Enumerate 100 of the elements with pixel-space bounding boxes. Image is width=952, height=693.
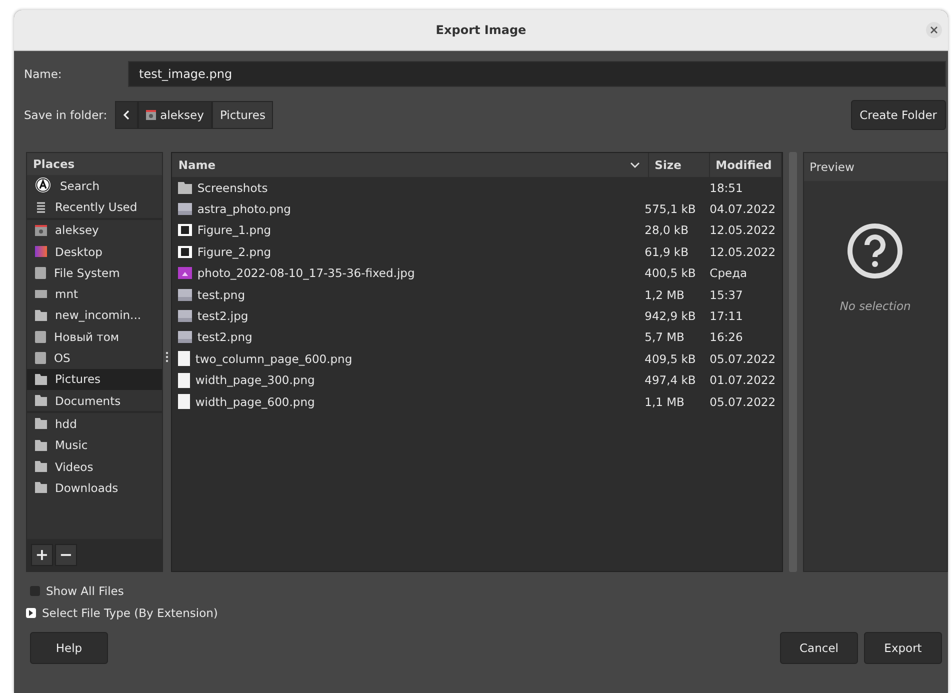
places-item[interactable]: Videos: [27, 456, 162, 478]
desktop-icon: [35, 246, 47, 258]
file-size: 61,9 kB: [644, 244, 690, 261]
home-folder-icon: [35, 224, 47, 236]
folder-icon: [35, 374, 47, 385]
chevron-left-icon: [123, 110, 130, 120]
folder-icon: [35, 310, 47, 321]
file-date: 12.05.2022: [708, 244, 777, 261]
file-name[interactable]: Figure_1.png: [172, 220, 641, 242]
help-button[interactable]: Help: [30, 632, 108, 664]
page-icon: [178, 394, 190, 410]
export-button[interactable]: Export: [864, 632, 942, 664]
file-date: 17:11: [708, 308, 744, 326]
column-header[interactable]: Name: [172, 153, 649, 177]
file-date: 04.07.2022: [708, 201, 777, 218]
home-folder-icon: [146, 110, 156, 120]
places-item[interactable]: File System: [27, 262, 162, 284]
file-name[interactable]: astra_photo.png: [172, 198, 641, 220]
image-icon: [178, 267, 192, 280]
folder-icon: [178, 182, 192, 194]
places-item[interactable]: Downloads: [27, 477, 162, 498]
file-size: 28,0 kB: [644, 222, 690, 240]
close-button[interactable]: [926, 22, 942, 38]
file-name[interactable]: test2.png: [172, 326, 641, 348]
folder-icon: [35, 461, 47, 472]
file-name[interactable]: Screenshots: [172, 177, 641, 198]
places-item[interactable]: Search: [27, 175, 162, 196]
file-size: 400,5 kB: [644, 265, 697, 282]
file-date: 12.05.2022: [708, 222, 777, 240]
places-item[interactable]: aleksey: [27, 220, 162, 241]
file-date: 18:51: [708, 180, 744, 197]
file-name[interactable]: width_page_600.png: [172, 390, 641, 412]
close-icon: [930, 26, 938, 34]
image-icon: [178, 246, 192, 258]
places-item[interactable]: OS: [27, 347, 162, 369]
column-header[interactable]: Size: [648, 153, 710, 177]
create-folder-button[interactable]: Create Folder: [850, 100, 946, 130]
recent-icon: [35, 200, 47, 213]
image-icon: [178, 288, 192, 301]
window-title: Export Image: [436, 23, 526, 37]
file-size: 1,1 MB: [644, 394, 686, 411]
name-field[interactable]: test_image.png: [128, 61, 946, 87]
places-item[interactable]: Новый том: [27, 326, 162, 348]
question-icon: [847, 223, 904, 279]
places-item[interactable]: Documents: [27, 390, 162, 412]
file-date: 05.07.2022: [708, 350, 777, 368]
image-icon: [178, 331, 192, 344]
folder-icon: [35, 482, 47, 494]
file-name[interactable]: width_page_300.png: [172, 370, 641, 391]
places-item[interactable]: Recently Used: [27, 196, 162, 218]
page-icon: [178, 372, 190, 388]
column-header[interactable]: Modified: [710, 153, 782, 177]
file-size: 497,4 kB: [644, 372, 697, 390]
preview-header: Preview: [804, 153, 947, 181]
drive-icon: [35, 330, 46, 343]
cancel-button[interactable]: Cancel: [780, 632, 858, 664]
file-size: 5,7 MB: [644, 329, 686, 346]
places-item[interactable]: hdd: [27, 413, 162, 435]
folder-icon: [35, 395, 47, 406]
image-icon: [178, 203, 192, 216]
places-item[interactable]: mnt: [27, 283, 162, 305]
back-button[interactable]: [115, 101, 138, 129]
image-icon: [178, 224, 192, 236]
folder-label: Save in folder:: [24, 108, 108, 122]
file-date: 01.07.2022: [708, 372, 777, 390]
file-type-expander[interactable]: Select File Type (By Extension): [26, 606, 218, 620]
file-name[interactable]: two_column_page_600.png: [172, 348, 641, 370]
expander-icon: [26, 608, 36, 618]
places-item[interactable]: new_incomin...: [27, 304, 162, 326]
file-size: 942,9 kB: [644, 308, 697, 326]
file-size: 575,1 kB: [644, 201, 697, 218]
name-label: Name:: [24, 67, 63, 81]
remove-button[interactable]: −: [55, 544, 77, 566]
file-name[interactable]: Figure_2.png: [172, 241, 641, 263]
file-name[interactable]: test2.jpg: [172, 305, 641, 327]
file-date: 05.07.2022: [708, 394, 777, 411]
chevron-down-icon: [630, 162, 640, 168]
search-icon: [35, 177, 52, 194]
folder-icon: [35, 418, 47, 430]
image-icon: [178, 310, 192, 322]
drive-icon: [35, 352, 46, 364]
places-item[interactable]: Pictures: [27, 368, 162, 390]
places-item[interactable]: Desktop: [27, 240, 162, 262]
path-button[interactable]: Pictures: [212, 101, 274, 129]
preview-message: No selection: [840, 299, 911, 313]
places-header: Places: [27, 153, 162, 175]
places-item[interactable]: Music: [27, 434, 162, 456]
drive-icon: [35, 266, 46, 279]
show-all-files-checkbox[interactable]: Show All Files: [30, 584, 124, 598]
add-button[interactable]: +: [31, 544, 53, 566]
file-size: 409,5 kB: [644, 350, 697, 368]
file-date: Среда: [708, 265, 748, 282]
file-date: 16:26: [708, 329, 744, 346]
page-icon: [178, 351, 190, 366]
file-date: 15:37: [708, 286, 744, 304]
folder-icon: [35, 440, 47, 451]
file-name[interactable]: photo_2022-08-10_17-35-36-fixed.jpg: [172, 262, 641, 284]
file-size: 1,2 MB: [644, 286, 686, 304]
path-button[interactable]: aleksey: [138, 101, 212, 129]
file-name[interactable]: test.png: [172, 284, 641, 306]
